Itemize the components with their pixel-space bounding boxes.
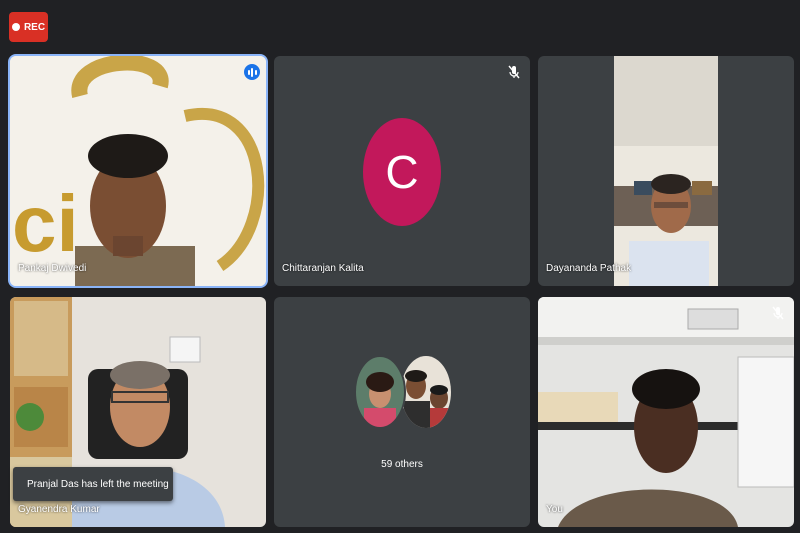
participant-video [538,297,794,527]
svg-text:ci: ci [12,179,79,268]
avatar: C [363,118,441,226]
participant-name: Chittaranjan Kalita [282,263,364,274]
recording-label: REC [23,21,46,33]
participant-name: Dayananda Pathak [546,263,632,274]
participant-video: ci [10,56,266,286]
participant-name: Gyanendra Kumar [18,504,100,515]
recording-badge: REC [9,12,48,42]
mic-off-icon [772,306,784,320]
participant-tile-you[interactable]: You [538,297,794,527]
record-dot-icon [11,23,20,31]
others-count-label: 59 others [381,459,423,470]
avatar-letter: C [385,146,419,198]
participant-name: You [546,504,563,515]
notification-toast: Pranjal Das has left the meeting [13,467,173,501]
speaking-indicator-icon [244,64,260,80]
notification-text: Pranjal Das has left the meeting [27,478,169,490]
participant-tile-chittaranjan-kalita[interactable]: C Chittaranjan Kalita [274,56,530,286]
participant-video [614,56,718,286]
participant-tile-pankaj-dwivedi[interactable]: ci Pankaj Dwivedi [10,56,266,286]
avatar [401,356,451,428]
participant-name: Pankaj Dwivedi [18,263,87,274]
participant-tile-others[interactable]: 59 others [274,297,530,527]
mic-off-icon [508,65,520,79]
participant-tile-dayananda-pathak[interactable]: Dayananda Pathak [538,56,794,286]
others-avatars [354,356,454,428]
